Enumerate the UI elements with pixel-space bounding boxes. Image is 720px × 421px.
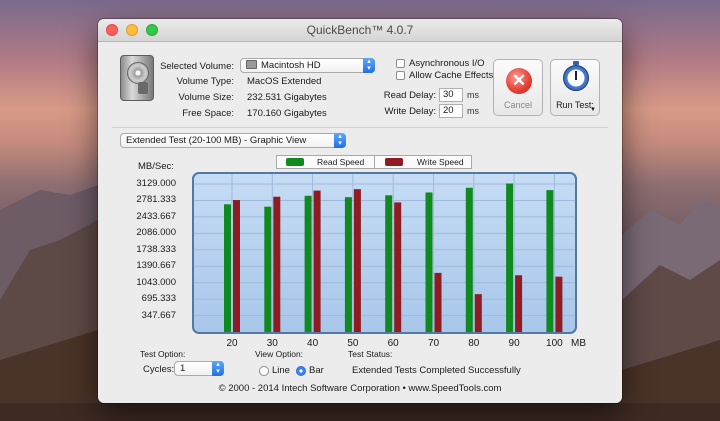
x-axis-unit: MB xyxy=(571,338,586,349)
y-tick-label: 2433.667 xyxy=(136,210,176,222)
chart-plot-area xyxy=(192,172,577,334)
write-speed-bar-40 xyxy=(313,190,321,332)
read-speed-bar-50 xyxy=(344,197,352,332)
y-tick-label: 3129.000 xyxy=(136,178,176,189)
x-tick-label: 30 xyxy=(266,338,278,349)
read-speed-bar-40 xyxy=(304,195,312,332)
y-tick-label: 347.667 xyxy=(141,309,176,321)
run-test-menu-arrow-icon: ▼ xyxy=(590,107,596,113)
y-tick-label: 1738.333 xyxy=(136,243,176,255)
write-delay-unit: ms xyxy=(467,106,479,116)
hard-drive-icon xyxy=(120,55,154,101)
volume-type-value: MacOS Extended xyxy=(247,76,322,87)
cycles-value: 1 xyxy=(180,363,186,374)
volume-popup[interactable]: Macintosh HD ▴ ▾ xyxy=(240,58,375,73)
stopwatch-icon xyxy=(563,61,589,91)
read-speed-bar-20 xyxy=(224,204,231,332)
write-delay-field[interactable]: 20 xyxy=(439,104,463,118)
cancel-x-icon: ✕ xyxy=(506,68,532,94)
read-speed-bar-80 xyxy=(465,187,473,332)
volume-size-label: Volume Size: xyxy=(178,92,234,103)
x-tick-label: 80 xyxy=(468,338,480,349)
read-legend-label: Read Speed xyxy=(317,157,365,167)
test-option-label: Test Option: xyxy=(140,349,186,359)
write-speed-bar-80 xyxy=(474,294,482,332)
line-radio-label: Line xyxy=(272,365,290,376)
volume-popup-value: Macintosh HD xyxy=(261,60,321,71)
volume-type-label: Volume Type: xyxy=(176,76,234,87)
x-tick-label: 40 xyxy=(307,338,319,349)
view-option-label: View Option: xyxy=(255,349,304,359)
run-test-button[interactable]: Run Test: ▼ xyxy=(550,59,600,116)
x-tick-label: 50 xyxy=(347,338,359,349)
test-mode-popup[interactable]: Extended Test (20-100 MB) - Graphic View… xyxy=(120,133,346,148)
cancel-button[interactable]: ✕ Cancel xyxy=(493,59,543,116)
write-speed-bar-70 xyxy=(434,272,442,332)
cache-effects-checkbox[interactable] xyxy=(396,71,405,80)
y-tick-label: 2086.000 xyxy=(136,227,176,239)
read-speed-bar-100 xyxy=(546,190,554,332)
volume-size-value: 232.531 Gigabytes xyxy=(247,92,327,103)
read-speed-bar-70 xyxy=(425,192,433,332)
cache-effects-label: Allow Cache Effects xyxy=(409,70,494,81)
read-speed-bar-90 xyxy=(506,183,514,332)
write-legend-label: Write Speed xyxy=(417,157,464,167)
quickbench-window: QuickBench™ 4.0.7 Selected Volume: Macin… xyxy=(98,19,622,403)
write-speed-bar-30 xyxy=(273,196,281,332)
write-speed-bar-100 xyxy=(555,276,563,332)
copyright-footer: © 2000 - 2014 Intech Software Corporatio… xyxy=(218,383,502,394)
title-bar[interactable]: QuickBench™ 4.0.7 xyxy=(98,19,622,42)
test-status-text: Extended Tests Completed Successfully xyxy=(352,365,521,376)
read-speed-bar-60 xyxy=(385,195,393,332)
read-delay-unit: ms xyxy=(467,90,479,100)
bar-radio[interactable] xyxy=(296,366,306,376)
write-delay-label: Write Delay: xyxy=(384,106,436,117)
y-tick-label: 1043.000 xyxy=(136,276,176,288)
x-tick-label: 20 xyxy=(226,338,238,349)
popup-arrows-icon: ▴ ▾ xyxy=(363,58,375,73)
x-tick-label: 90 xyxy=(508,338,520,349)
free-space-value: 170.160 Gigabytes xyxy=(247,108,327,119)
bar-chart xyxy=(194,174,575,332)
read-delay-field[interactable]: 30 xyxy=(439,88,463,102)
bar-radio-label: Bar xyxy=(309,365,324,376)
y-tick-label: 1390.667 xyxy=(136,260,176,272)
read-delay-label: Read Delay: xyxy=(383,90,436,101)
write-speed-bar-60 xyxy=(394,202,402,332)
read-speed-bar-30 xyxy=(264,206,272,332)
read-legend-swatch xyxy=(286,158,304,166)
line-radio[interactable] xyxy=(259,366,269,376)
free-space-label: Free Space: xyxy=(182,108,234,119)
write-speed-bar-20 xyxy=(233,200,240,332)
write-speed-bar-90 xyxy=(515,275,523,332)
y-tick-label: 695.333 xyxy=(141,293,176,305)
x-tick-label: 70 xyxy=(427,338,440,349)
popup-arrows-icon: ▴ ▾ xyxy=(334,133,346,148)
x-tick-label: 100 xyxy=(546,338,563,349)
write-speed-bar-50 xyxy=(353,189,361,332)
cycles-label: Cycles: xyxy=(143,364,175,375)
async-io-checkbox[interactable] xyxy=(396,59,405,68)
x-tick-label: 60 xyxy=(387,338,399,349)
separator xyxy=(112,127,608,128)
y-tick-label: 2781.333 xyxy=(136,194,176,206)
async-io-label: Asynchronous I/O xyxy=(409,58,485,69)
test-status-label: Test Status: xyxy=(348,349,393,359)
window-title: QuickBench™ 4.0.7 xyxy=(306,23,414,37)
cancel-button-label: Cancel xyxy=(503,100,532,110)
test-mode-value: Extended Test (20-100 MB) - Graphic View xyxy=(126,135,307,146)
disk-icon xyxy=(246,60,257,69)
y-axis-title: MB/Sec: xyxy=(138,161,174,172)
write-legend-swatch xyxy=(385,158,403,166)
cycles-popup[interactable]: 1 ▴ ▾ xyxy=(174,361,224,376)
selected-volume-label: Selected Volume: xyxy=(160,61,234,72)
chart-legend: Read Speed Write Speed xyxy=(276,155,472,169)
popup-arrows-icon: ▴ ▾ xyxy=(212,361,224,376)
